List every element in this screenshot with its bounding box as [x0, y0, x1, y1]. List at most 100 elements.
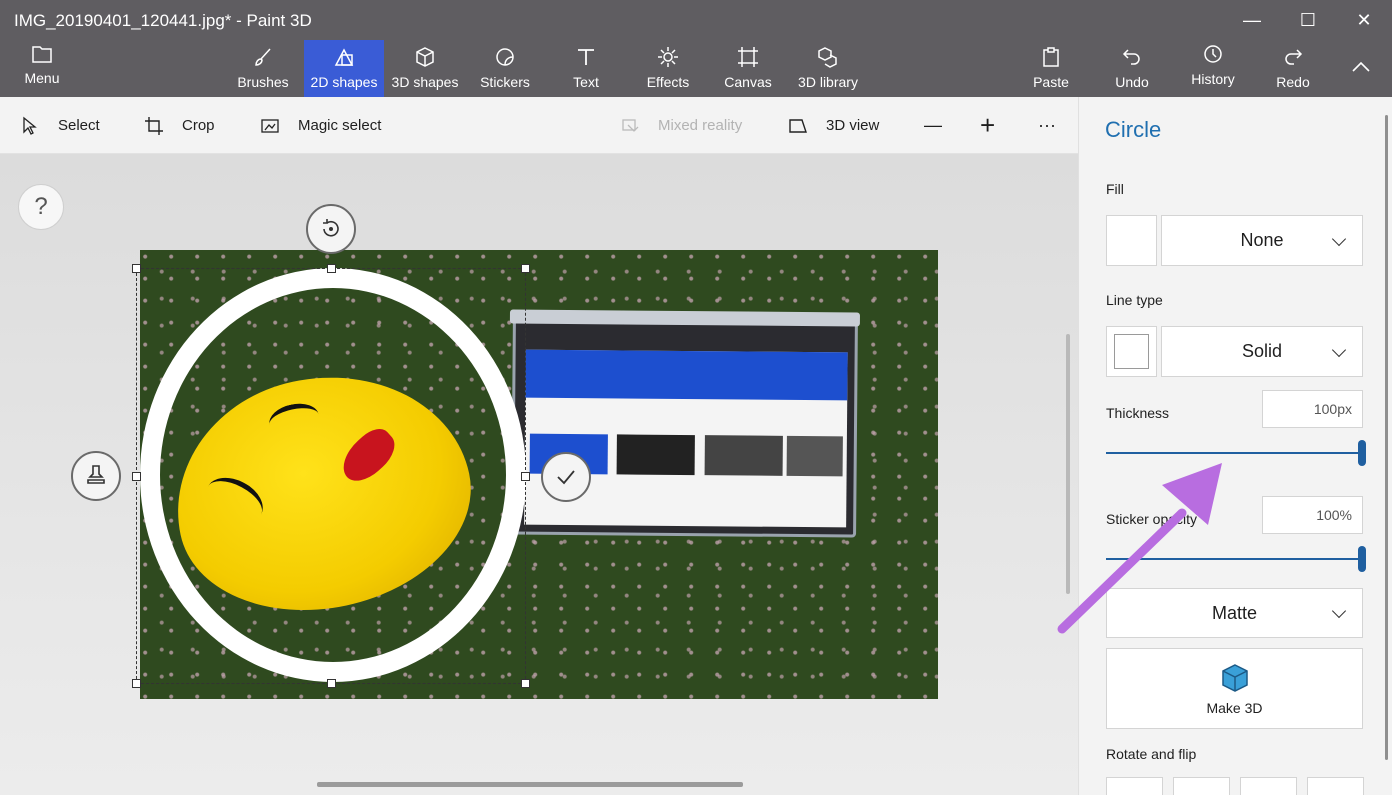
redo-label: Redo	[1276, 74, 1310, 90]
paste-icon	[1043, 47, 1059, 67]
rotate-left-button[interactable]	[1106, 777, 1163, 795]
tab-label: 3D shapes	[391, 74, 459, 90]
close-button[interactable]: ✕	[1336, 0, 1392, 40]
maximize-button[interactable]: ☐	[1280, 0, 1336, 40]
confirm-button[interactable]	[541, 452, 591, 502]
tab-text[interactable]: Text	[560, 40, 612, 97]
rotate-button[interactable]	[306, 204, 356, 254]
sticker-icon	[496, 48, 514, 66]
fill-color-swatch[interactable]	[1106, 215, 1157, 266]
shape-selection-box[interactable]	[132, 264, 530, 688]
chevron-down-icon	[1331, 603, 1347, 619]
tab-canvas[interactable]: Canvas	[716, 40, 780, 97]
undo-icon	[1122, 49, 1140, 65]
menu-button[interactable]: Menu	[16, 44, 68, 86]
minimize-button[interactable]: —	[1224, 0, 1280, 40]
resize-handle[interactable]	[521, 472, 530, 481]
tab-2d-shapes[interactable]: 2D shapes	[304, 40, 384, 97]
tab-3d-shapes[interactable]: 3D shapes	[388, 40, 462, 97]
undo-label: Undo	[1115, 74, 1149, 90]
tab-label: Canvas	[724, 74, 772, 90]
tab-label: Brushes	[237, 74, 289, 90]
window-title: IMG_20190401_120441.jpg* - Paint 3D	[14, 11, 312, 30]
flip-horizontal-button[interactable]	[1307, 777, 1364, 795]
tab-label: Text	[573, 74, 599, 90]
line-color-swatch[interactable]	[1106, 326, 1157, 377]
line-color-preview	[1114, 334, 1149, 369]
rotate-icon	[323, 219, 339, 237]
crop-label: Crop	[182, 117, 215, 134]
panel-title: Circle	[1105, 117, 1162, 142]
mixed-reality-icon	[622, 118, 639, 132]
line-type-label: Line type	[1106, 292, 1163, 308]
horizontal-scrollbar[interactable]	[317, 782, 743, 787]
undo-button[interactable]: Undo	[1108, 40, 1156, 97]
resize-handle[interactable]	[327, 264, 336, 273]
website-thumbnail	[786, 435, 843, 477]
menu-label: Menu	[24, 70, 60, 86]
resize-handle[interactable]	[132, 472, 141, 481]
3d-library-icon	[818, 47, 837, 68]
select-tool[interactable]: Select	[20, 97, 100, 154]
history-button[interactable]: History	[1184, 40, 1242, 97]
mixed-reality-button[interactable]: Mixed reality	[620, 97, 742, 154]
website-thumbnail	[704, 435, 783, 476]
fill-dropdown[interactable]: None	[1161, 215, 1363, 266]
make-3d-label: Make 3D	[1206, 699, 1263, 716]
thickness-input[interactable]: 100px	[1262, 390, 1363, 428]
folder-icon	[32, 46, 52, 63]
tab-label: 2D shapes	[310, 74, 378, 90]
resize-handle[interactable]	[327, 679, 336, 688]
fill-value: None	[1240, 230, 1284, 250]
redo-button[interactable]: Redo	[1270, 40, 1316, 97]
magic-select-label: Magic select	[298, 117, 382, 134]
more-options-button[interactable]: ···	[1038, 97, 1056, 154]
cursor-icon	[23, 116, 37, 135]
website-thumbnail	[616, 434, 695, 476]
3d-view-toggle[interactable]: 3D view	[788, 97, 879, 154]
tab-effects[interactable]: Effects	[638, 40, 698, 97]
tab-3d-library[interactable]: 3D library	[792, 40, 864, 97]
help-button[interactable]: ?	[18, 184, 64, 230]
workspace[interactable]: ?	[0, 154, 1078, 795]
mixed-reality-label: Mixed reality	[658, 117, 743, 134]
zoom-out-button[interactable]: —	[924, 97, 942, 154]
tab-stickers[interactable]: Stickers	[470, 40, 540, 97]
tab-label: 3D library	[798, 74, 858, 90]
resize-handle[interactable]	[521, 679, 530, 688]
zoom-in-button[interactable]: +	[980, 97, 995, 154]
line-type-dropdown[interactable]: Solid	[1161, 326, 1363, 377]
history-label: History	[1191, 71, 1235, 87]
resize-handle[interactable]	[521, 264, 530, 273]
sub-toolbar: Select Crop Magic select Mixed reality 3…	[0, 97, 1078, 154]
properties-panel: Circle Fill None Line type Solid Thickne…	[1078, 97, 1392, 795]
sticker-opacity-input[interactable]: 100%	[1262, 496, 1363, 534]
crop-icon	[145, 116, 163, 135]
thickness-slider[interactable]	[1106, 440, 1366, 466]
resize-handle[interactable]	[132, 264, 141, 273]
slider-thumb[interactable]	[1358, 440, 1366, 466]
tab-brushes[interactable]: Brushes	[226, 40, 300, 97]
make-3d-button[interactable]: Make 3D	[1106, 648, 1363, 729]
select-label: Select	[58, 117, 100, 134]
3d-view-icon	[789, 118, 807, 133]
stamp-button[interactable]	[71, 451, 121, 501]
text-icon	[578, 49, 594, 65]
panel-scrollbar[interactable]	[1385, 115, 1388, 760]
laptop-image	[509, 309, 860, 538]
collapse-ribbon-button[interactable]	[1350, 56, 1372, 78]
flip-vertical-button[interactable]	[1240, 777, 1297, 795]
cube-icon	[1221, 663, 1248, 692]
stamp-icon	[87, 465, 105, 484]
slider-thumb[interactable]	[1358, 546, 1366, 572]
rotate-right-button[interactable]	[1173, 777, 1230, 795]
chevron-up-icon	[1352, 61, 1370, 72]
magic-select-tool[interactable]: Magic select	[260, 97, 381, 154]
paste-label: Paste	[1033, 74, 1069, 90]
paste-button[interactable]: Paste	[1026, 40, 1076, 97]
brush-icon	[255, 48, 271, 66]
chevron-down-icon	[1331, 231, 1347, 246]
tab-label: Stickers	[480, 74, 530, 90]
crop-tool[interactable]: Crop	[144, 97, 215, 154]
resize-handle[interactable]	[132, 679, 141, 688]
